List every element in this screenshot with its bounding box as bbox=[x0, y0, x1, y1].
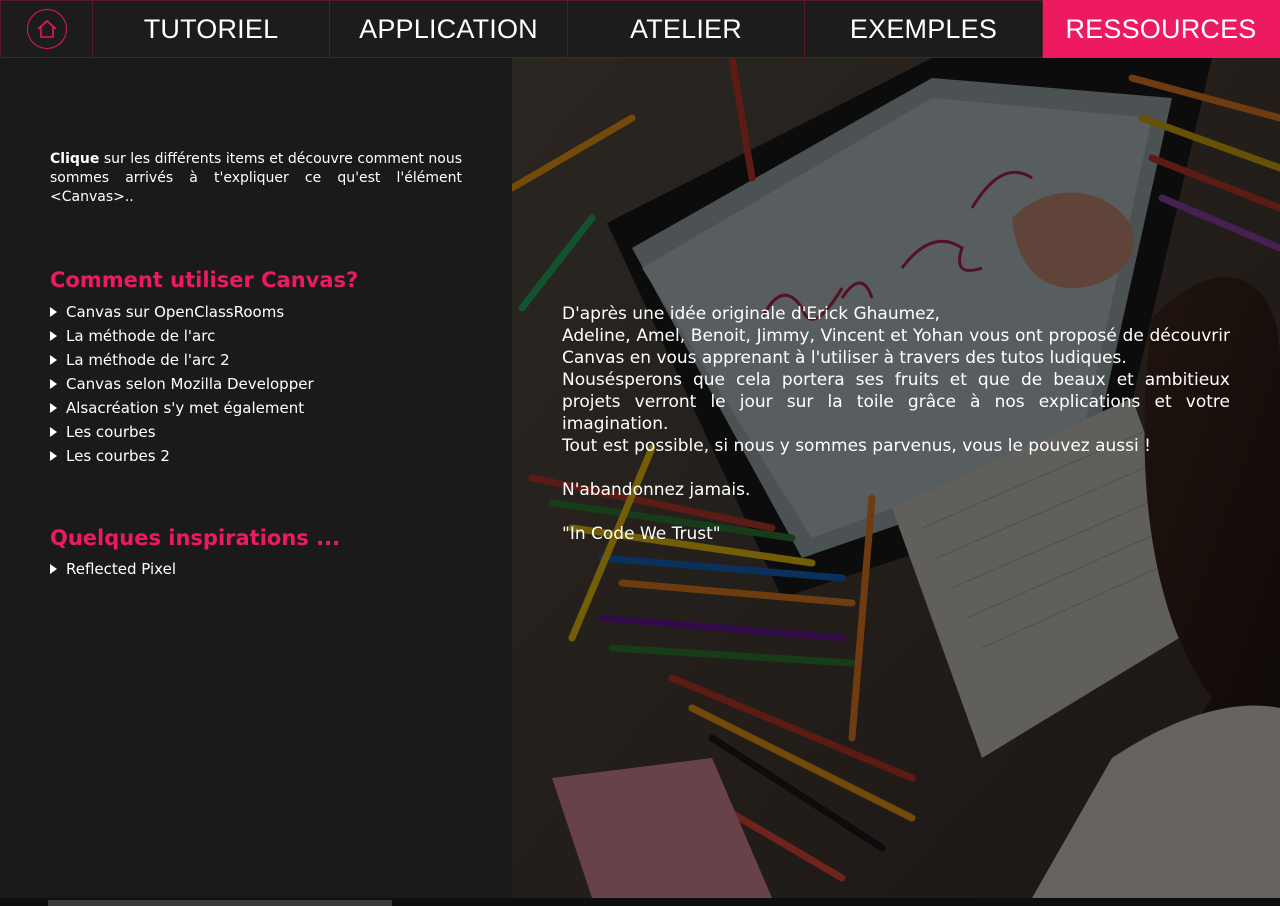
link-label: La méthode de l'arc 2 bbox=[66, 351, 230, 369]
link-reflected-pixel[interactable]: Reflected Pixel bbox=[50, 557, 176, 581]
home-button[interactable] bbox=[0, 0, 93, 58]
intro-bold: Clique bbox=[50, 151, 100, 167]
credits-line: Nousésperons que cela portera ses fruits… bbox=[562, 370, 1230, 434]
tab-application[interactable]: APPLICATION bbox=[330, 0, 568, 58]
intro-body: sur les différents items et découvre com… bbox=[50, 151, 462, 205]
inspiration-link-list: Reflected Pixel bbox=[50, 557, 176, 581]
link-courbes[interactable]: Les courbes bbox=[50, 420, 314, 444]
arrow-right-icon bbox=[50, 307, 66, 317]
credits-line: Tout est possible, si nous y sommes parv… bbox=[562, 436, 1151, 456]
link-methode-arc[interactable]: La méthode de l'arc bbox=[50, 324, 314, 348]
tab-exemples[interactable]: EXEMPLES bbox=[805, 0, 1043, 58]
link-label: Canvas selon Mozilla Developper bbox=[66, 375, 314, 393]
arrow-right-icon bbox=[50, 355, 66, 365]
link-label: Canvas sur OpenClassRooms bbox=[66, 303, 285, 321]
credits-line: N'abandonnez jamais. bbox=[562, 480, 751, 500]
intro-text: Clique sur les différents items et décou… bbox=[50, 150, 462, 207]
link-label: La méthode de l'arc bbox=[66, 327, 216, 345]
credits-line: D'après une idée originale d'Erick Ghaum… bbox=[562, 304, 940, 324]
section-title-usage: Comment utiliser Canvas? bbox=[50, 268, 359, 292]
arrow-right-icon bbox=[50, 403, 66, 413]
link-label: Les courbes bbox=[66, 423, 156, 441]
arrow-right-icon bbox=[50, 427, 66, 437]
home-icon bbox=[26, 9, 67, 49]
tab-ressources[interactable]: RESSOURCES bbox=[1043, 0, 1280, 58]
horizontal-scrollbar[interactable] bbox=[48, 900, 392, 906]
tab-atelier[interactable]: ATELIER bbox=[568, 0, 805, 58]
arrow-right-icon bbox=[50, 451, 66, 461]
background-photo: D'après une idée originale d'Erick Ghaum… bbox=[512, 58, 1280, 898]
tab-tutoriel[interactable]: TUTORIEL bbox=[93, 0, 330, 58]
link-label: Les courbes 2 bbox=[66, 447, 170, 465]
arrow-right-icon bbox=[50, 331, 66, 341]
credits-text: D'après une idée originale d'Erick Ghaum… bbox=[562, 303, 1230, 545]
link-label: Alsacréation s'y met également bbox=[66, 399, 305, 417]
link-alsacreation[interactable]: Alsacréation s'y met également bbox=[50, 396, 314, 420]
top-navigation: TUTORIEL APPLICATION ATELIER EXEMPLES RE… bbox=[0, 0, 1280, 58]
link-openclassrooms[interactable]: Canvas sur OpenClassRooms bbox=[50, 300, 314, 324]
arrow-right-icon bbox=[50, 379, 66, 389]
arrow-right-icon bbox=[50, 564, 66, 574]
link-mozilla[interactable]: Canvas selon Mozilla Developper bbox=[50, 372, 314, 396]
section-title-inspirations: Quelques inspirations ... bbox=[50, 526, 341, 550]
bottom-bar bbox=[0, 898, 1280, 906]
usage-link-list: Canvas sur OpenClassRooms La méthode de … bbox=[50, 300, 314, 468]
link-label: Reflected Pixel bbox=[66, 560, 176, 578]
credits-motto: "In Code We Trust" bbox=[562, 524, 721, 544]
resources-sidebar: Clique sur les différents items et décou… bbox=[0, 58, 512, 898]
credits-line: Adeline, Amel, Benoit, Jimmy, Vincent et… bbox=[562, 326, 1230, 368]
link-courbes-2[interactable]: Les courbes 2 bbox=[50, 444, 314, 468]
link-methode-arc-2[interactable]: La méthode de l'arc 2 bbox=[50, 348, 314, 372]
